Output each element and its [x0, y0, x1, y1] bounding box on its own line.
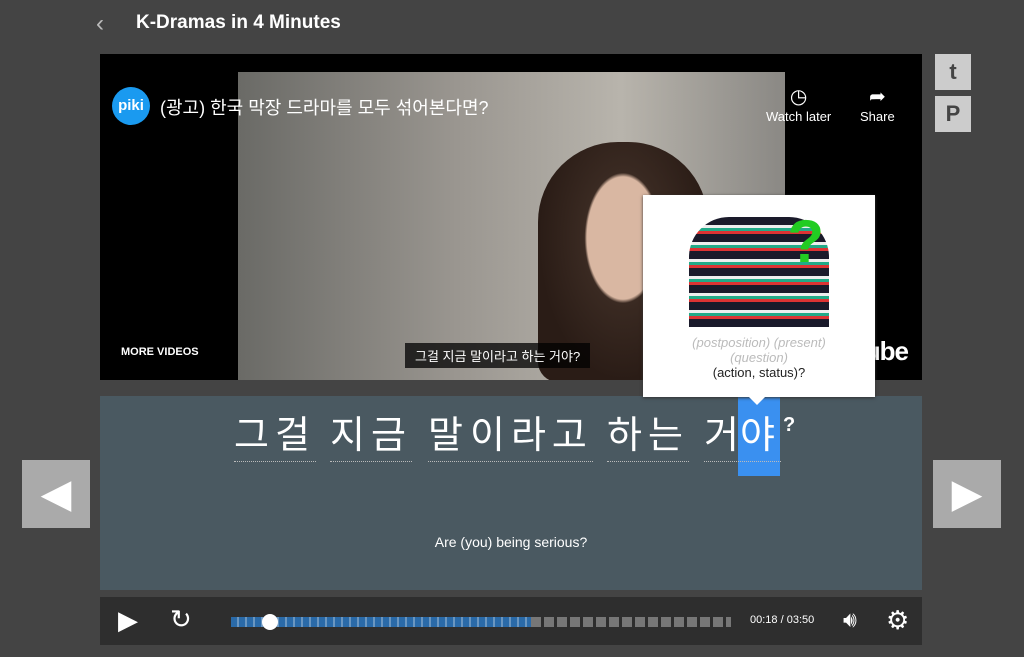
punctuation: ?: [783, 414, 796, 436]
back-icon[interactable]: ‹: [96, 10, 104, 38]
watch-later-button[interactable]: ◷ Watch later: [766, 84, 831, 124]
subtitle-panel: 그걸 지금 말 이라고 하는 거 야 ? Are (you) being ser…: [100, 396, 922, 590]
page-title: K-Dramas in 4 Minutes: [136, 12, 341, 33]
video-subtitle: 그걸 지금 말이라고 하는 거야?: [405, 343, 591, 368]
gear-icon[interactable]: ⚙: [886, 605, 909, 636]
progress-bar[interactable]: [231, 614, 731, 630]
clock-icon: ◷: [789, 86, 808, 108]
word-tooltip: ? (postposition) (present) (question) (a…: [643, 195, 875, 405]
pinterest-icon[interactable]: P: [935, 96, 971, 132]
word[interactable]: 이라고: [470, 404, 593, 462]
next-button[interactable]: ▶: [933, 460, 1001, 528]
play-icon[interactable]: ▶: [118, 605, 138, 636]
video-title[interactable]: (광고) 한국 막장 드라마를 모두 섞어본다면?: [160, 94, 489, 120]
more-videos-button[interactable]: MORE VIDEOS: [121, 346, 199, 358]
previous-button[interactable]: ◀: [22, 460, 90, 528]
word[interactable]: 지금: [330, 404, 412, 462]
share-icon: ➦: [868, 86, 886, 108]
volume-icon[interactable]: 🔊︎: [843, 607, 857, 633]
twitter-icon[interactable]: t: [935, 54, 971, 90]
tooltip-image: ?: [689, 208, 829, 327]
word[interactable]: 그걸: [234, 404, 316, 462]
progress-thumb[interactable]: [262, 614, 278, 630]
time-display: 00:18 / 03:50: [750, 614, 815, 626]
translation: Are (you) being serious?: [434, 534, 588, 550]
word[interactable]: 거: [704, 404, 745, 462]
player-controls: ▶ ↻ 00:18 / 03:50 🔊︎ ⚙: [100, 597, 922, 645]
word[interactable]: 하는: [607, 404, 689, 462]
word[interactable]: 말: [428, 404, 469, 462]
share-button[interactable]: ➦ Share: [860, 84, 895, 124]
channel-logo[interactable]: piki: [112, 87, 150, 125]
replay-icon[interactable]: ↻: [170, 604, 192, 635]
unplayed-segments: [531, 617, 731, 627]
word-selected[interactable]: 야: [740, 404, 781, 462]
